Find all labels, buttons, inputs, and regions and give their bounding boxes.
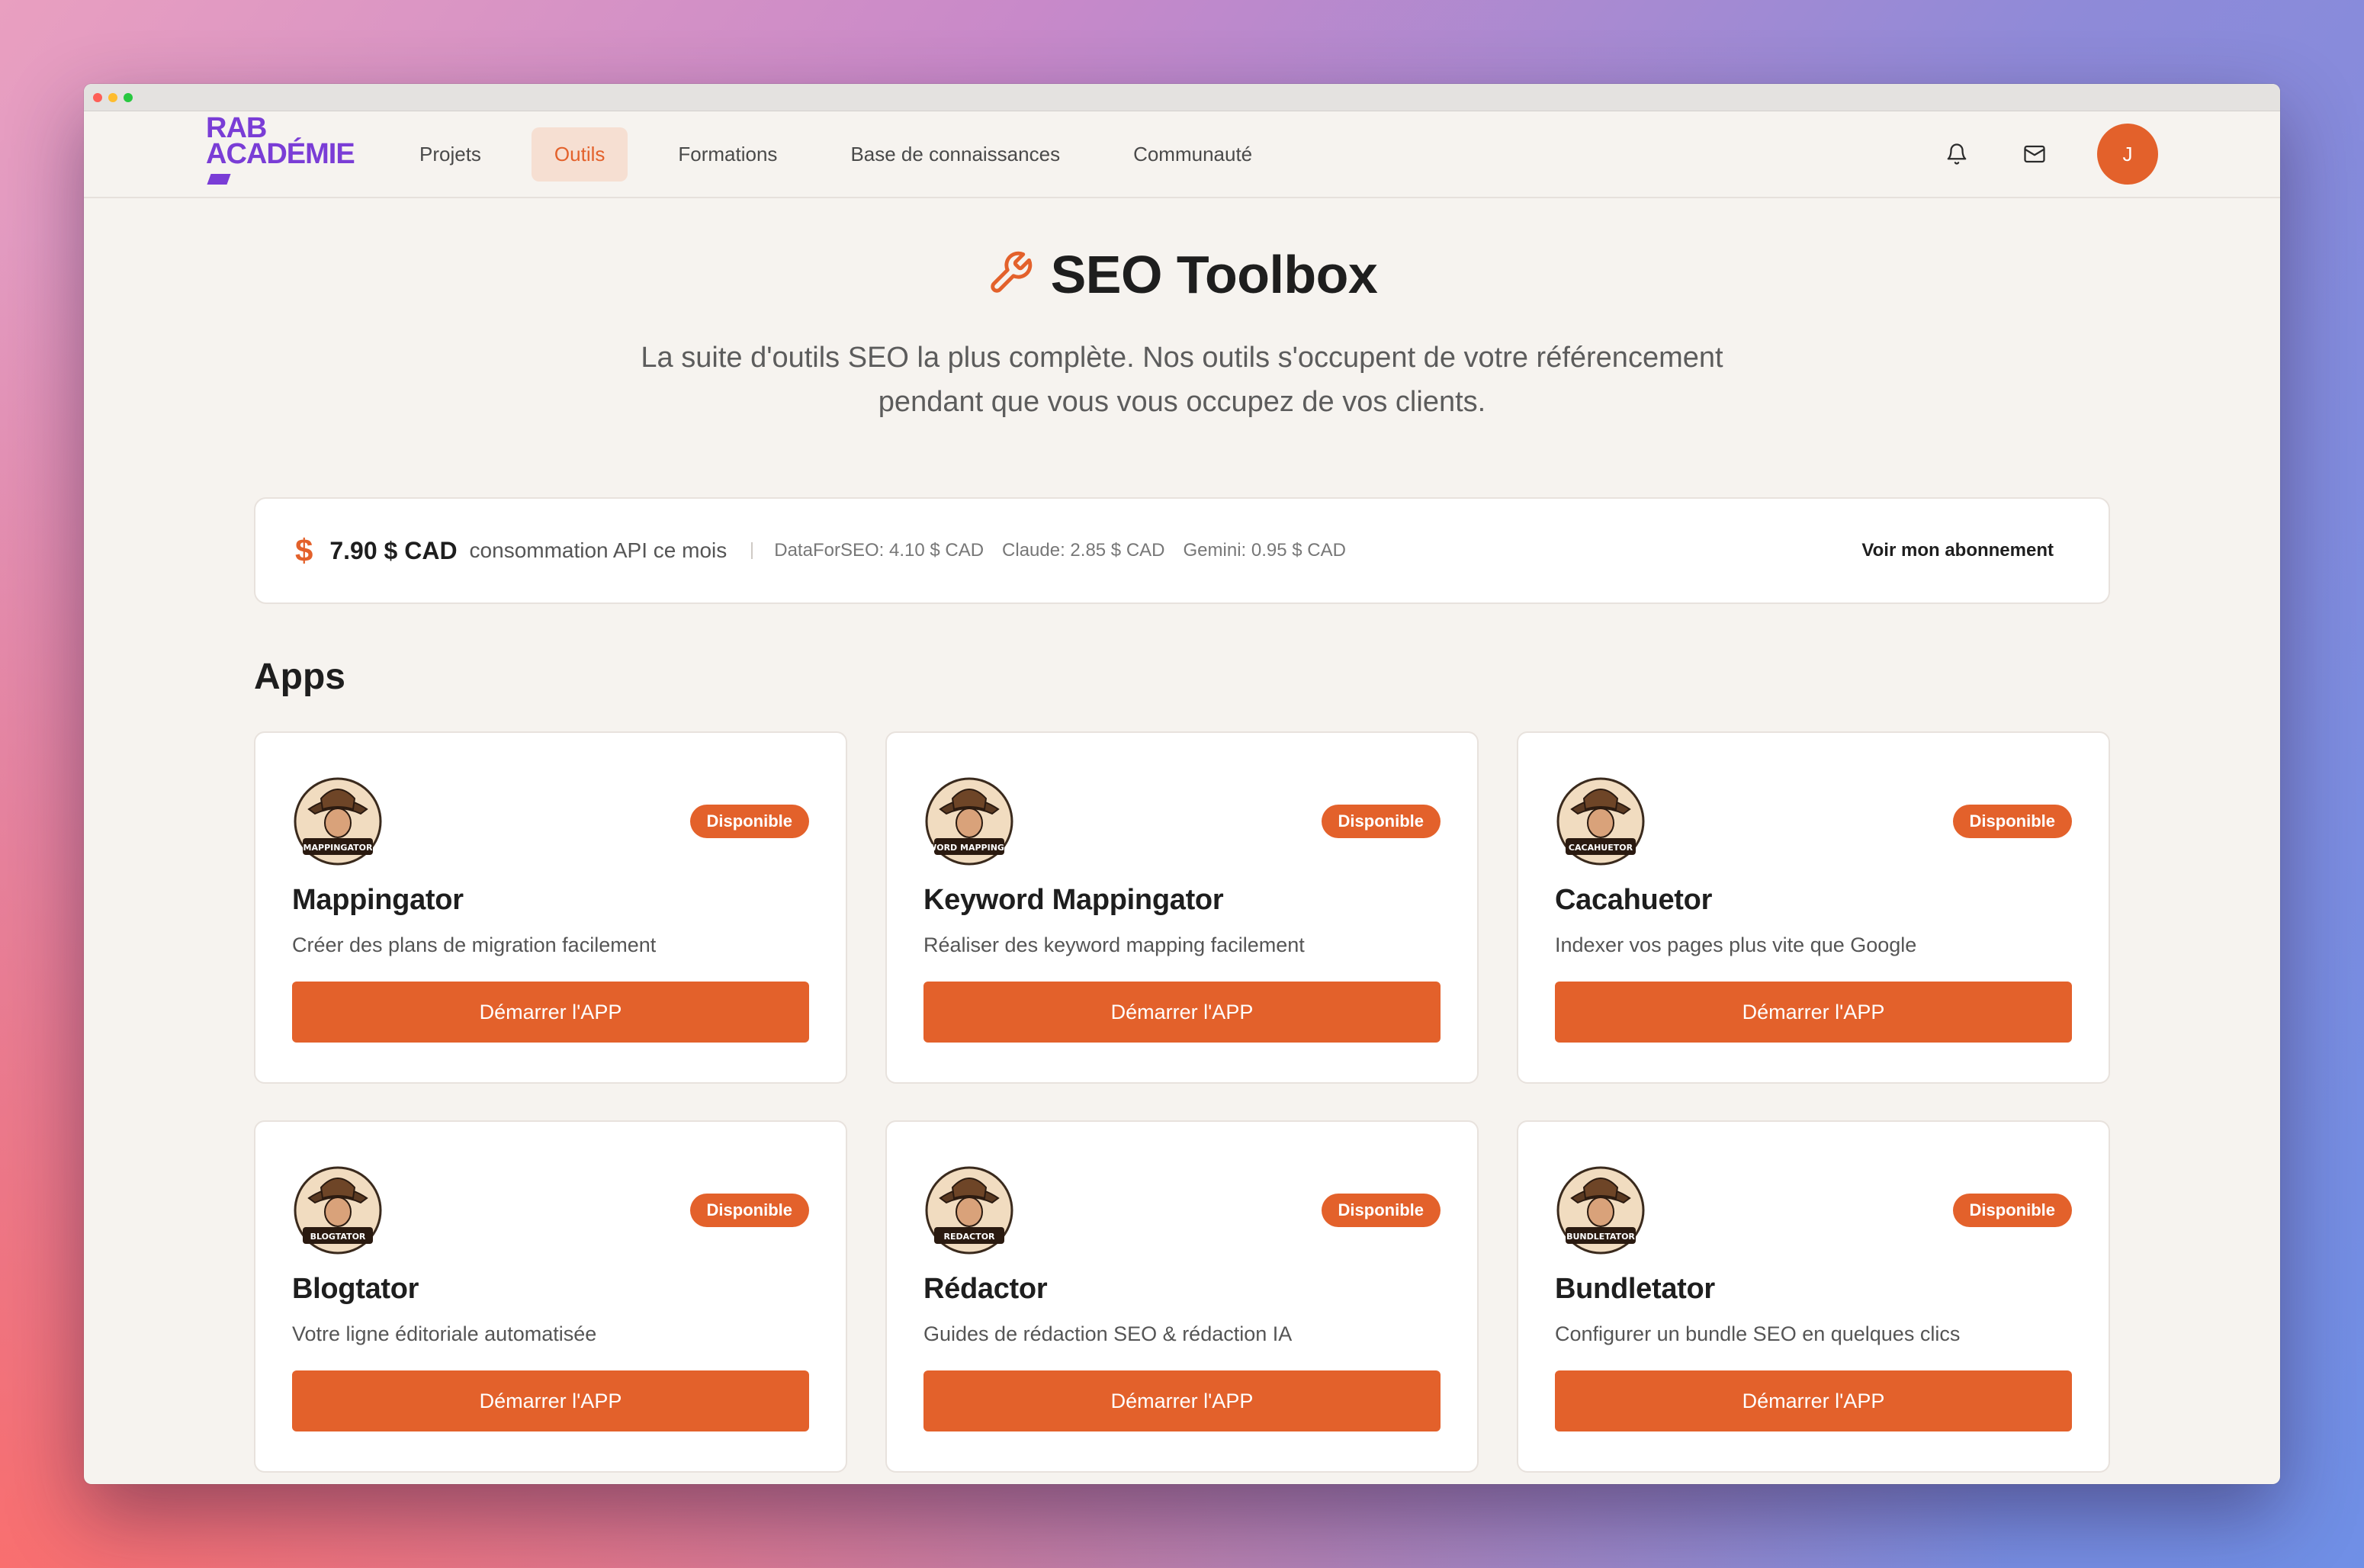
graduation-cap-icon	[207, 174, 231, 185]
bell-icon[interactable]	[1942, 139, 1972, 169]
app-description: Guides de rédaction SEO & rédaction IA	[923, 1322, 1293, 1345]
brand-logo-line1: RAB	[206, 111, 267, 144]
app-name: Bundletator	[1555, 1273, 1715, 1305]
apps-grid: MAPPINGATOR Disponible Mappingator Créer…	[254, 731, 2110, 1473]
app-description: Configurer un bundle SEO en quelques cli…	[1555, 1322, 1961, 1345]
start-app-button[interactable]: Démarrer l'APP	[1555, 1370, 2072, 1431]
top-navigation: RAB ACADÉMIE Projets Outils Formations B…	[84, 111, 2280, 198]
hero-section: SEO Toolbox La suite d'outils SEO la plu…	[84, 198, 2280, 424]
app-name: Blogtator	[292, 1273, 419, 1305]
minimize-window-button[interactable]	[108, 92, 117, 102]
app-name: Keyword Mappingator	[923, 884, 1224, 916]
cowboy-quill-icon: REDACTOR	[923, 1165, 1015, 1256]
cowboy-seo-icon: KEYWORD MAPPINGATOR	[909, 776, 1029, 867]
page-title: SEO Toolbox	[1050, 245, 1378, 304]
mail-icon[interactable]	[2019, 139, 2050, 169]
close-window-button[interactable]	[93, 92, 102, 102]
usage-description: consommation API ce mois	[469, 538, 728, 562]
cowboy-crocodile-icon: MAPPINGATOR	[292, 776, 384, 867]
app-card-blogtator: BLOGTATOR Disponible Blogtator Votre lig…	[254, 1120, 847, 1473]
start-app-button[interactable]: Démarrer l'APP	[292, 982, 809, 1043]
nav-item-formations[interactable]: Formations	[655, 127, 800, 182]
page-subtitle: La suite d'outils SEO la plus complète. …	[641, 342, 1723, 418]
app-card-r-dactor: REDACTOR Disponible Rédactor Guides de r…	[885, 1120, 1479, 1473]
brand-logo[interactable]: RAB ACADÉMIE	[206, 111, 366, 194]
app-card-mappingator: MAPPINGATOR Disponible Mappingator Créer…	[254, 731, 847, 1084]
usage-amount: 7.90 $ CAD	[329, 536, 458, 564]
cowboy-bundle-icon: BUNDLETATOR	[1555, 1165, 1646, 1256]
nav-actions: J	[1942, 124, 2158, 185]
app-card-cacahuetor: CACAHUETOR Disponible Cacahuetor Indexer…	[1517, 731, 2110, 1084]
nav-item-outils[interactable]: Outils	[531, 127, 628, 182]
wrench-icon	[987, 249, 1034, 300]
usage-detail-gemini: Gemini: 0.95 $ CAD	[1183, 540, 1346, 561]
app-logo-label: REDACTOR	[943, 1232, 995, 1242]
status-badge: Disponible	[1321, 805, 1441, 838]
app-card-keyword-mappingator: KEYWORD MAPPINGATOR Disponible Keyword M…	[885, 731, 1479, 1084]
start-app-button[interactable]: Démarrer l'APP	[923, 982, 1441, 1043]
divider	[751, 542, 753, 559]
usage-detail-dataforseo: DataForSEO: 4.10 $ CAD	[774, 540, 984, 561]
status-badge: Disponible	[689, 805, 809, 838]
apps-section-title: Apps	[254, 657, 345, 697]
main-nav: Projets Outils Formations Base de connai…	[397, 127, 1275, 182]
usage-detail-claude: Claude: 2.85 $ CAD	[1002, 540, 1165, 561]
start-app-button[interactable]: Démarrer l'APP	[292, 1370, 809, 1431]
app-description: Indexer vos pages plus vite que Google	[1555, 933, 1917, 956]
view-subscription-link[interactable]: Voir mon abonnement	[1861, 540, 2054, 561]
maximize-window-button[interactable]	[124, 92, 133, 102]
status-badge: Disponible	[689, 1194, 809, 1227]
app-logo-label: BUNDLETATOR	[1566, 1232, 1635, 1242]
page-title-row: SEO Toolbox	[84, 244, 2280, 305]
nav-item-base-de-connaissances[interactable]: Base de connaissances	[827, 127, 1083, 182]
app-name: Mappingator	[292, 884, 464, 916]
app-description: Votre ligne éditoriale automatisée	[292, 1322, 597, 1345]
brand-logo-line2: ACADÉMIE	[206, 140, 366, 193]
window-titlebar	[84, 84, 2280, 111]
start-app-button[interactable]: Démarrer l'APP	[923, 1370, 1441, 1431]
app-description: Créer des plans de migration facilement	[292, 933, 657, 956]
app-window: RAB ACADÉMIE Projets Outils Formations B…	[84, 84, 2280, 1484]
app-card-bundletator: BUNDLETATOR Disponible Bundletator Confi…	[1517, 1120, 2110, 1473]
status-badge: Disponible	[1321, 1194, 1441, 1227]
status-badge: Disponible	[1952, 805, 2072, 838]
user-avatar[interactable]: J	[2097, 124, 2158, 185]
app-logo-label: KEYWORD MAPPINGATOR	[923, 843, 1015, 853]
nav-item-projets[interactable]: Projets	[397, 127, 504, 182]
app-logo-label: BLOGTATOR	[310, 1232, 366, 1242]
cowboy-peanut-icon: CACAHUETOR	[1555, 776, 1646, 867]
app-description: Réaliser des keyword mapping facilement	[923, 933, 1305, 956]
nav-item-communaute[interactable]: Communauté	[1110, 127, 1275, 182]
app-logo-label: CACAHUETOR	[1569, 843, 1633, 853]
app-logo-label: MAPPINGATOR	[304, 843, 373, 853]
app-name: Cacahuetor	[1555, 884, 1713, 916]
cowboy-newspaper-icon: BLOGTATOR	[292, 1165, 384, 1256]
status-badge: Disponible	[1952, 1194, 2072, 1227]
dollar-icon: $	[295, 532, 313, 568]
start-app-button[interactable]: Démarrer l'APP	[1555, 982, 2072, 1043]
api-usage-bar: $ 7.90 $ CAD consommation API ce mois Da…	[254, 497, 2110, 604]
app-name: Rédactor	[923, 1273, 1048, 1305]
